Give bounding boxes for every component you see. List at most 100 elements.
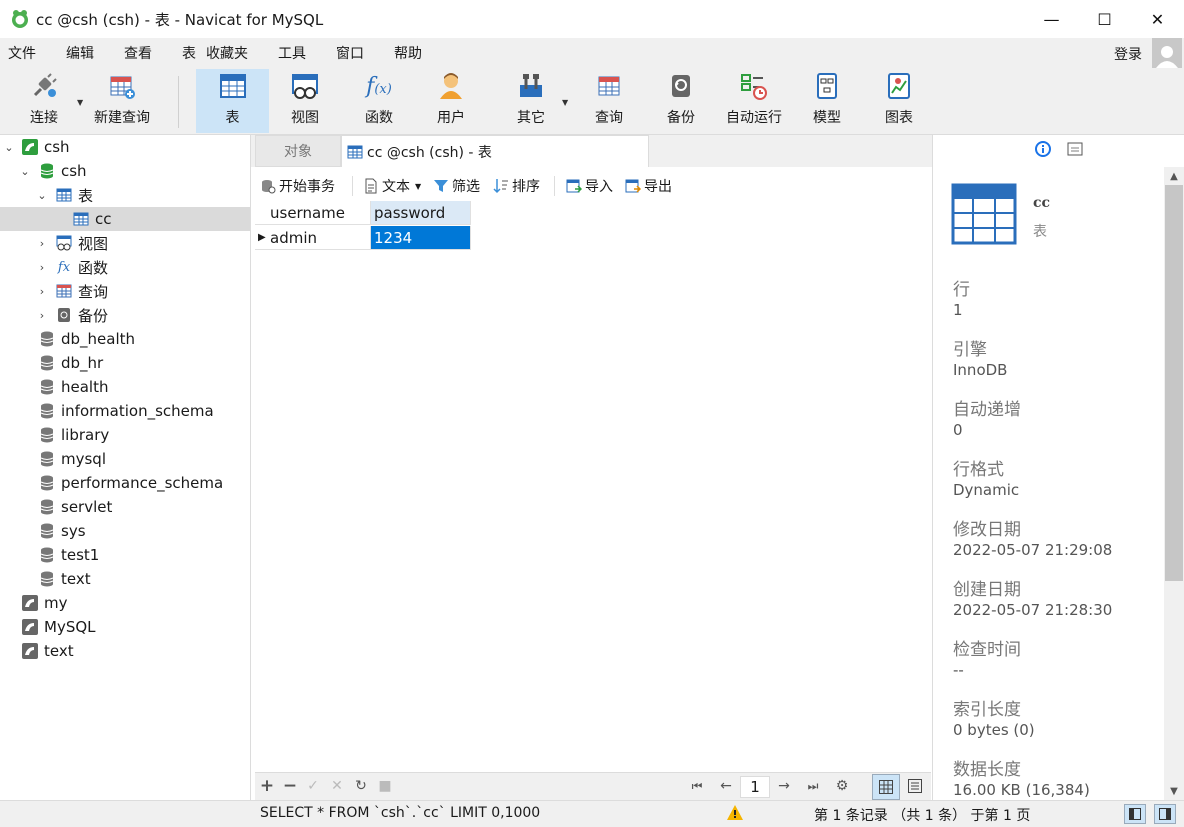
menu-favorites[interactable]: 收藏夹 <box>206 43 248 63</box>
other-dropdown-arrow[interactable]: ▼ <box>562 98 568 107</box>
connect-dropdown-arrow[interactable]: ▼ <box>77 98 83 107</box>
tree-group-views[interactable]: › 视图 <box>0 231 250 255</box>
chevron-down-icon[interactable]: ⌄ <box>2 141 16 154</box>
text-button[interactable]: 文本 ▼ <box>363 174 421 198</box>
sort-button[interactable]: 排序 <box>493 174 540 198</box>
backup-button[interactable]: 备份 <box>652 69 710 133</box>
toggle-info-panel-icon[interactable] <box>1154 804 1176 824</box>
menu-file[interactable]: 文件 <box>8 43 36 63</box>
minimize-button[interactable]: — <box>1025 0 1078 38</box>
function-button[interactable]: f(x) 函数 <box>350 69 408 133</box>
tree-database[interactable]: db_hr <box>0 351 250 375</box>
tree-database[interactable]: db_health <box>0 327 250 351</box>
login-link[interactable]: 登录 <box>1114 44 1142 64</box>
grid-view-icon[interactable] <box>872 774 900 800</box>
tab-objects[interactable]: 对象 <box>255 135 341 167</box>
first-page-icon[interactable]: ⏮ <box>688 777 706 795</box>
chevron-right-icon[interactable]: › <box>35 261 49 274</box>
query-button[interactable]: 查询 <box>580 69 638 133</box>
info-icon[interactable] <box>1034 140 1052 162</box>
chart-button[interactable]: 图表 <box>870 69 928 133</box>
tree-database[interactable]: text <box>0 567 250 591</box>
tree-database[interactable]: mysql <box>0 447 250 471</box>
view-button[interactable]: 视图 <box>276 69 334 133</box>
apply-changes-icon[interactable]: ✓ <box>304 777 322 795</box>
user-button[interactable]: 用户 <box>422 69 480 133</box>
status-records: 第 1 条记录 （共 1 条） 于第 1 页 <box>814 808 1031 824</box>
tree-database[interactable]: health <box>0 375 250 399</box>
column-header-password[interactable]: password <box>371 201 471 225</box>
export-button[interactable]: 导出 <box>625 174 672 198</box>
chevron-right-icon[interactable]: › <box>35 237 49 250</box>
import-icon <box>566 178 582 194</box>
tree-connection[interactable]: my <box>0 591 250 615</box>
tree-group-tables[interactable]: ⌄ 表 <box>0 183 250 207</box>
tree-database[interactable]: performance_schema <box>0 471 250 495</box>
tree-connection[interactable]: text <box>0 639 250 663</box>
auto-run-button[interactable]: 自动运行 <box>722 69 786 133</box>
scrollbar-thumb[interactable] <box>1165 185 1183 581</box>
form-view-icon[interactable] <box>906 777 924 795</box>
next-page-icon[interactable]: → <box>775 777 793 795</box>
delete-record-icon[interactable]: − <box>281 776 299 796</box>
menu-edit[interactable]: 编辑 <box>66 43 94 63</box>
tree-database[interactable]: sys <box>0 519 250 543</box>
tree-database[interactable]: library <box>0 423 250 447</box>
chevron-down-icon[interactable]: ⌄ <box>35 189 49 202</box>
chevron-right-icon[interactable]: › <box>35 309 49 322</box>
maximize-button[interactable]: ☐ <box>1078 0 1131 38</box>
refresh-icon[interactable]: ↻ <box>352 777 370 795</box>
scroll-up-icon[interactable]: ▲ <box>1164 167 1184 185</box>
close-button[interactable]: ✕ <box>1131 0 1184 38</box>
tree-database[interactable]: servlet <box>0 495 250 519</box>
tree-group-functions[interactable]: › fx 函数 <box>0 255 250 279</box>
page-number-input[interactable]: 1 <box>740 776 770 798</box>
table-cell[interactable]: admin <box>267 226 371 250</box>
toggle-navigator-icon[interactable] <box>1124 804 1146 824</box>
tree-database[interactable]: information_schema <box>0 399 250 423</box>
warning-icon[interactable] <box>726 804 744 826</box>
table-cell-selected[interactable]: 1234 <box>371 226 471 250</box>
settings-gear-icon[interactable]: ⚙ <box>833 777 851 795</box>
menu-view[interactable]: 查看 <box>124 43 152 63</box>
tree-connection-csh[interactable]: ⌄ csh <box>0 135 250 159</box>
mysql-connection-icon <box>22 619 38 635</box>
toolbar-separator <box>178 76 179 128</box>
new-query-button[interactable]: 新建查询 <box>90 69 154 133</box>
column-header-username[interactable]: username <box>267 201 371 225</box>
add-record-icon[interactable]: + <box>258 776 276 796</box>
last-page-icon[interactable]: ⏭ <box>804 777 822 795</box>
chevron-down-icon[interactable]: ⌄ <box>18 165 32 178</box>
model-button[interactable]: 模型 <box>798 69 856 133</box>
menu-help[interactable]: 帮助 <box>394 43 422 63</box>
tab-cc-table[interactable]: cc @csh (csh) - 表 <box>341 135 649 167</box>
info-scrollbar[interactable]: ▲ ▼ <box>1164 167 1184 800</box>
user-avatar-icon[interactable] <box>1152 38 1182 68</box>
tree-group-backups[interactable]: › 备份 <box>0 303 250 327</box>
other-button[interactable]: 其它 <box>502 69 560 133</box>
tree-label: csh <box>44 138 70 156</box>
table-button[interactable]: 表 <box>196 69 269 133</box>
import-button[interactable]: 导入 <box>566 174 613 198</box>
connect-button[interactable]: 连接 <box>20 69 68 133</box>
filter-button[interactable]: 筛选 <box>433 174 480 198</box>
ddl-icon[interactable] <box>1066 140 1084 162</box>
chevron-right-icon[interactable]: › <box>35 285 49 298</box>
tree-label: db_hr <box>61 354 104 372</box>
menu-tools[interactable]: 工具 <box>278 43 306 63</box>
scroll-down-icon[interactable]: ▼ <box>1164 782 1184 800</box>
tree-database[interactable]: test1 <box>0 543 250 567</box>
chevron-down-icon: ▼ <box>415 181 422 191</box>
tree-group-queries[interactable]: › 查询 <box>0 279 250 303</box>
previous-page-icon[interactable]: ← <box>717 777 735 795</box>
menu-table[interactable]: 表 <box>182 43 196 63</box>
tree-table-cc[interactable]: cc <box>0 207 250 231</box>
sort-label: 排序 <box>512 179 540 195</box>
discard-changes-icon[interactable]: ✕ <box>328 777 346 795</box>
chart-icon <box>884 71 914 101</box>
tree-database-csh[interactable]: ⌄ csh <box>0 159 250 183</box>
tree-connection[interactable]: MySQL <box>0 615 250 639</box>
begin-transaction-button[interactable]: 开始事务 <box>260 174 335 198</box>
menu-window[interactable]: 窗口 <box>336 43 364 63</box>
stop-icon[interactable]: ■ <box>376 777 394 795</box>
